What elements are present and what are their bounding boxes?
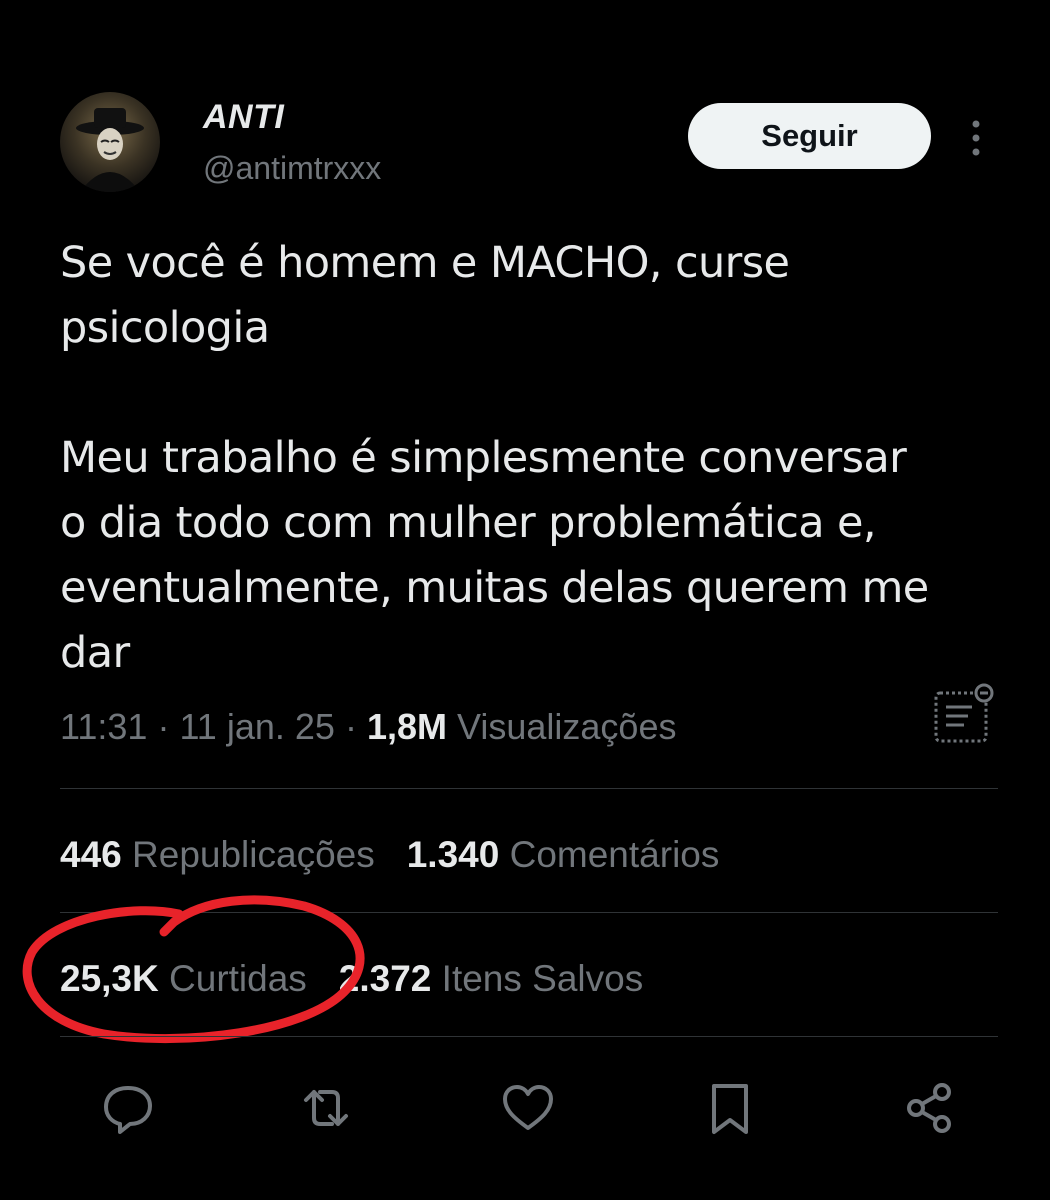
analytics-icon[interactable] — [932, 683, 996, 747]
like-button[interactable] — [500, 1080, 556, 1136]
divider — [60, 912, 998, 913]
share-button[interactable] — [902, 1080, 958, 1136]
bookmarks-count: 2.372 — [338, 958, 432, 999]
views-count: 1,8M — [366, 706, 447, 747]
meta-separator: · — [157, 706, 170, 747]
tweet-time[interactable]: 11:31 — [60, 706, 147, 747]
divider — [60, 788, 998, 789]
repost-button[interactable] — [298, 1080, 354, 1136]
bookmarks-label: Itens Salvos — [441, 958, 644, 999]
reply-button[interactable] — [100, 1080, 156, 1136]
divider — [60, 1036, 998, 1037]
reposts-stat[interactable]: 446 Republicações — [60, 834, 375, 875]
likes-label: Curtidas — [169, 958, 307, 999]
likes-stat[interactable]: 25,3K Curtidas — [60, 958, 307, 999]
meta-separator: · — [344, 706, 357, 747]
comments-label: Comentários — [509, 834, 720, 875]
bookmarks-stat[interactable]: 2.372 Itens Salvos — [339, 958, 643, 999]
display-name[interactable]: ANTI — [203, 98, 284, 137]
avatar-image — [76, 108, 144, 192]
user-handle[interactable]: @antimtrxxx — [203, 150, 381, 187]
reposts-label: Republicações — [132, 834, 375, 875]
reply-icon — [104, 1086, 152, 1134]
stats-row-likes-bookmarks: 25,3K Curtidas 2.372 Itens Salvos — [60, 958, 643, 1000]
tweet-date[interactable]: 11 jan. 25 — [179, 706, 334, 747]
stats-row-reposts-comments: 446 Republicações 1.340 Comentários — [60, 834, 719, 876]
comments-stat[interactable]: 1.340 Comentários — [407, 834, 720, 875]
repost-icon — [304, 1090, 348, 1126]
bookmark-icon — [712, 1084, 748, 1134]
more-options-icon[interactable] — [962, 118, 990, 158]
follow-button[interactable]: Seguir — [688, 103, 931, 169]
share-icon — [907, 1083, 951, 1133]
views-label: Visualizações — [457, 706, 677, 747]
bookmark-button[interactable] — [702, 1080, 758, 1136]
likes-count: 25,3K — [60, 958, 159, 999]
avatar[interactable] — [60, 92, 160, 192]
tweet-text: Se você é homem e MACHO, curse psicologi… — [60, 238, 929, 678]
tweet-meta: 11:31 · 11 jan. 25 · 1,8M Visualizações — [60, 706, 676, 748]
comments-count: 1.340 — [406, 834, 500, 875]
like-icon — [503, 1085, 553, 1130]
reposts-count: 446 — [60, 834, 122, 875]
